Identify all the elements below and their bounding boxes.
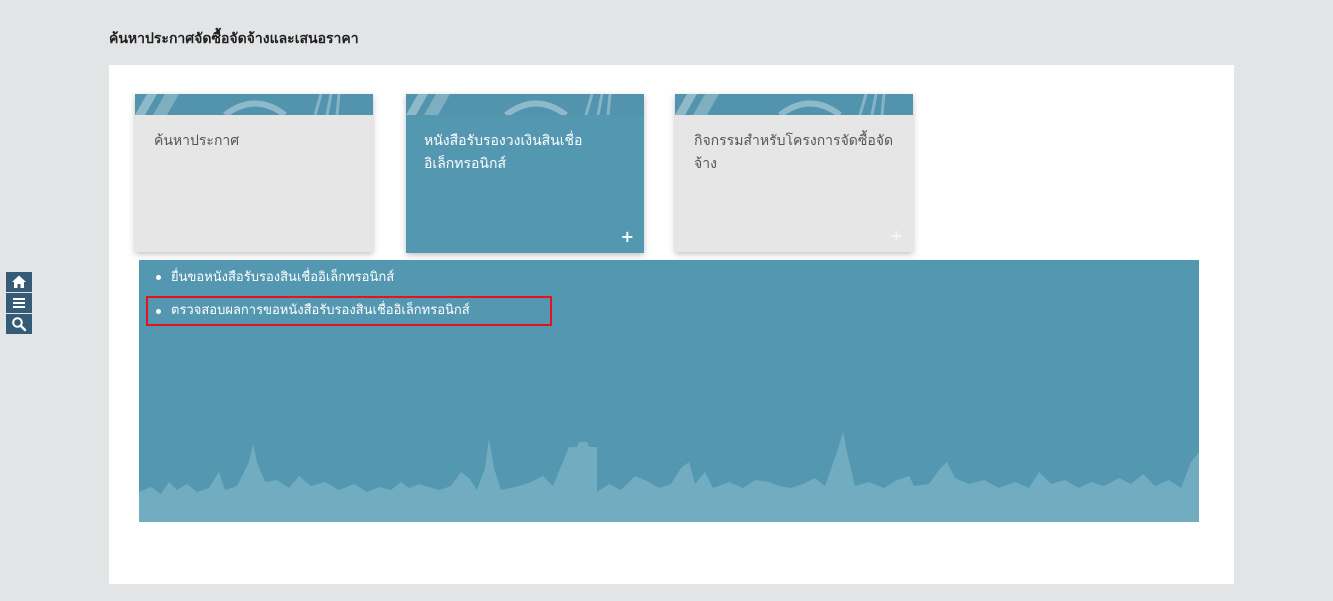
tile-label: กิจกรรมสำหรับโครงการจัดซื้อจัดจ้าง: [694, 133, 894, 172]
submenu-item-label: ตรวจสอบผลการขอหนังสือรับรองสินเชื่ออิเล็…: [171, 303, 470, 318]
bullet-dot: [156, 309, 161, 314]
tile-banner: [135, 94, 373, 115]
content-panel: ค้นหาประกาศ หนังสือรับรองวงเงินสินเชื่ออ…: [109, 65, 1234, 584]
tile-search-announcement[interactable]: ค้นหาประกาศ: [135, 94, 373, 252]
plus-icon: +: [620, 227, 634, 246]
tile-credit-certificate[interactable]: หนังสือรับรองวงเงินสินเชื่ออิเล็กทรอนิกส…: [406, 94, 644, 253]
tile-banner: [406, 94, 644, 115]
search-button[interactable]: [6, 314, 32, 334]
side-toolbar: [6, 272, 32, 334]
page-title: ค้นหาประกาศจัดซื้อจัดจ้างและเสนอราคา: [109, 31, 359, 47]
submenu-item-label: ยื่นขอหนังสือรับรองสินเชื่ออิเล็กทรอนิกส…: [171, 270, 395, 285]
submenu-list: ยื่นขอหนังสือรับรองสินเชื่ออิเล็กทรอนิกส…: [146, 264, 552, 326]
tile-banner: [675, 94, 913, 115]
submenu-item-check-credit-certificate-result[interactable]: ตรวจสอบผลการขอหนังสือรับรองสินเชื่ออิเล็…: [146, 296, 552, 326]
submenu-panel: ยื่นขอหนังสือรับรองสินเชื่ออิเล็กทรอนิกส…: [139, 260, 1199, 522]
tile-procurement-activities[interactable]: กิจกรรมสำหรับโครงการจัดซื้อจัดจ้าง +: [675, 94, 913, 252]
tile-label: ค้นหาประกาศ: [154, 133, 240, 149]
bullet-dot: [156, 275, 161, 280]
tile-label: หนังสือรับรองวงเงินสินเชื่ออิเล็กทรอนิกส…: [424, 133, 583, 172]
plus-icon: +: [889, 226, 903, 245]
home-icon: [12, 275, 26, 288]
skyline-illustration: [139, 432, 1199, 522]
submenu-item-apply-credit-certificate[interactable]: ยื่นขอหนังสือรับรองสินเชื่ออิเล็กทรอนิกส…: [146, 264, 552, 294]
home-button[interactable]: [6, 272, 32, 292]
menu-icon: [13, 298, 25, 308]
menu-button[interactable]: [6, 293, 32, 313]
search-icon: [12, 317, 27, 332]
